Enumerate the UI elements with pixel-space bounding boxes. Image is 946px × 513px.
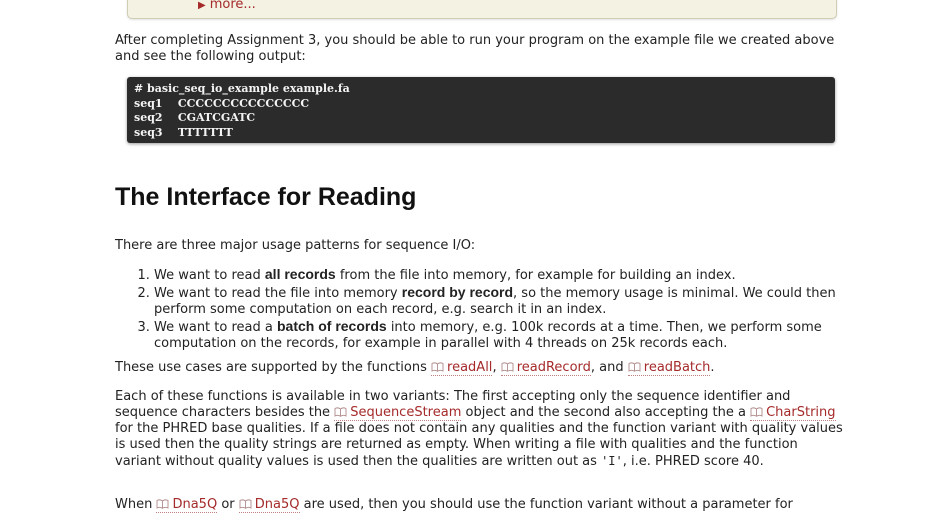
code-output-block: # basic_seq_io_example example.fa seq1 CC… — [127, 77, 835, 143]
usage-list: We want to read all records from the fil… — [115, 266, 844, 352]
variants-paragraph: Each of these functions is available in … — [115, 389, 843, 470]
list-item-text: We want to read — [154, 268, 265, 283]
readbatch-link[interactable]: readBatch — [627, 360, 711, 376]
more-link[interactable]: ▶ more... — [198, 0, 256, 12]
section-heading: The Interface for Reading — [115, 183, 417, 211]
list-item-bold: batch of records — [276, 318, 387, 334]
book-icon — [431, 362, 444, 372]
readrecord-link[interactable]: readRecord — [500, 360, 591, 376]
paragraph-text: . — [710, 360, 715, 375]
book-icon — [239, 499, 252, 509]
paragraph-text: object and the second also accepting the… — [461, 405, 751, 420]
inline-code: 'I' — [601, 454, 623, 468]
list-item: We want to read the file into memory rec… — [154, 284, 844, 318]
list-item: We want to read a batch of records into … — [154, 318, 844, 352]
dna5q-link-2[interactable]: Dna5Q — [238, 497, 300, 513]
list-item: We want to read all records from the fil… — [154, 266, 844, 284]
sequencestream-label: SequenceStream — [350, 405, 462, 420]
list-item-bold: record by record — [401, 284, 514, 300]
charstring-label: CharString — [766, 405, 836, 420]
book-icon — [628, 362, 641, 372]
readall-link[interactable]: readAll — [431, 360, 493, 376]
readbatch-label: readBatch — [643, 360, 711, 375]
readrecord-label: readRecord — [516, 360, 591, 375]
book-icon — [501, 362, 514, 372]
triangle-right-icon: ▶ — [198, 0, 206, 11]
charstring-link[interactable]: CharString — [750, 405, 836, 421]
code-line: seq2 CGATCGATC — [134, 111, 256, 124]
code-line: # basic_seq_io_example example.fa — [134, 82, 350, 95]
sequencestream-link[interactable]: SequenceStream — [334, 405, 462, 421]
code-line: seq3 TTTTTTT — [134, 125, 233, 139]
code-line: seq1 CCCCCCCCCCCCCCC — [134, 96, 310, 110]
when-paragraph: When Dna5Q or Dna5Q are used, then you s… — [115, 497, 843, 513]
functions-paragraph: These use cases are supported by the fun… — [115, 360, 835, 376]
list-item-text: We want to read the file into memory — [154, 286, 402, 301]
book-icon — [334, 407, 347, 417]
paragraph-text: , and — [590, 360, 628, 375]
list-item-text: We want to read a — [154, 320, 277, 335]
readall-label: readAll — [447, 360, 493, 375]
intro-paragraph: After completing Assignment 3, you shoul… — [115, 33, 835, 64]
paragraph-text: These use cases are supported by the fun… — [115, 360, 432, 375]
more-link-label: more... — [209, 0, 256, 12]
list-item-bold: all records — [264, 266, 336, 282]
book-icon — [750, 407, 763, 417]
paragraph-text: , — [492, 360, 501, 375]
dna5q-link[interactable]: Dna5Q — [156, 497, 218, 513]
list-item-text: from the file into memory, for example f… — [335, 268, 736, 283]
usage-lead: There are three major usage patterns for… — [115, 238, 476, 253]
paragraph-text: , i.e. PHRED score 40. — [622, 454, 764, 469]
book-icon — [157, 499, 169, 509]
